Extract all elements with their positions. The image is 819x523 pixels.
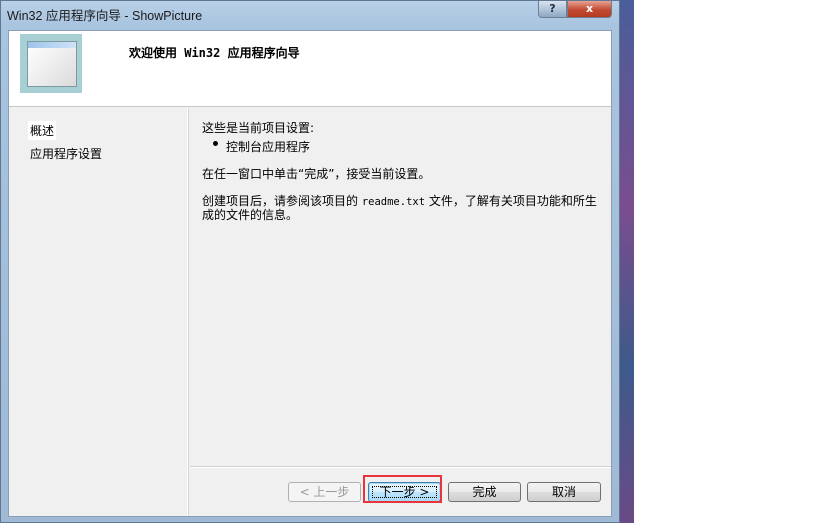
window-title: Win32 应用程序向导 - ShowPicture [7,9,203,23]
prev-button[interactable]: < 上一步 [288,482,361,502]
cancel-button[interactable]: 取消 [527,482,601,502]
finish-button[interactable]: 完成 [448,482,521,502]
button-divider [190,466,611,468]
wizard-sidebar: 概述 应用程序设置 [9,107,188,516]
bullet-icon [213,141,218,146]
sidebar-item-app-settings[interactable]: 应用程序设置 [28,144,104,163]
help-button[interactable]: ? [538,1,567,18]
title-bar[interactable]: Win32 应用程序向导 - ShowPicture ? x [1,1,619,25]
setting-item: 控制台应用程序 [226,140,311,154]
wizard-window: Win32 应用程序向导 - ShowPicture ? x 欢迎使用 Win3… [0,0,620,523]
wizard-client-area: 欢迎使用 Win32 应用程序向导 概述 应用程序设置 这些是当前项目设置: 控… [8,30,612,517]
page-title: 欢迎使用 Win32 应用程序向导 [129,46,300,60]
window-graphic [27,41,77,87]
finish-hint-text: 在任一窗口中单击“完成”，接受当前设置。 [202,167,431,181]
window-graphic-titlebar [28,42,76,48]
wizard-window-icon [20,34,82,93]
readme-filename: readme.txt [361,196,426,208]
wizard-header: 欢迎使用 Win32 应用程序向导 [9,31,611,107]
close-button[interactable]: x [567,1,612,18]
readme-suffix: 文件，了解有关项目功能和所生 [425,194,597,208]
overview-content: 这些是当前项目设置: 控制台应用程序 在任一窗口中单击“完成”，接受当前设置。 … [190,107,611,467]
desktop-background [620,0,634,523]
readme-hint-line2: 成的文件的信息。 [202,208,299,222]
next-button-highlight [363,475,442,503]
sidebar-item-overview[interactable]: 概述 [28,121,57,140]
settings-intro-text: 这些是当前项目设置: [202,121,315,135]
